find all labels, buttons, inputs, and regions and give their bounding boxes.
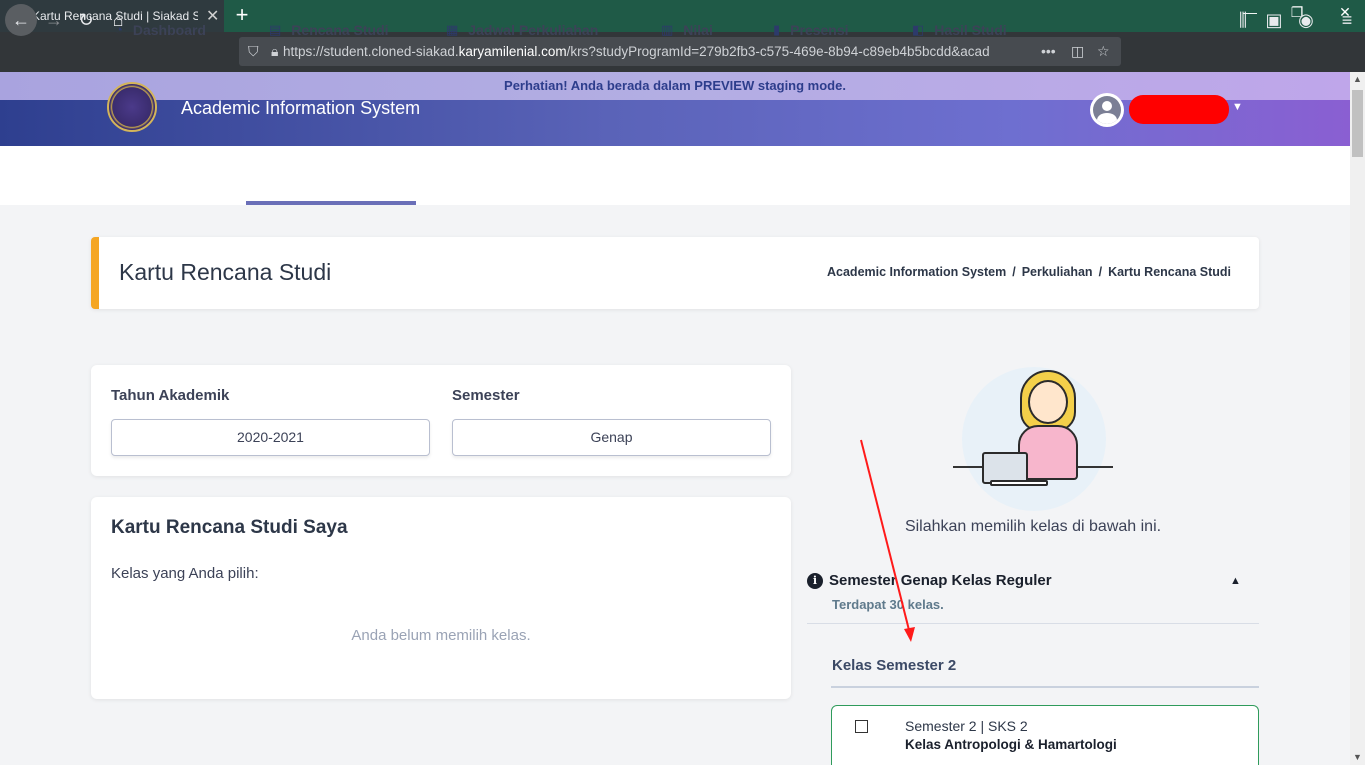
scrollbar-thumb[interactable] [1352,90,1363,157]
nav-hasil-studi[interactable]: ◧ Hasil Studi [912,0,1007,59]
app-title: Academic Information System [181,98,421,118]
breadcrumb-item[interactable]: Academic Information System [827,265,1006,279]
nav-label: Dashboard [132,21,206,38]
annotation-arrow-line [860,439,911,635]
tahun-akademik-select[interactable]: 2020-2021 [111,419,430,456]
krs-empty-message: Anda belum memilih kelas. [351,627,531,644]
course-meta: Semester 2 | SKS 2 [905,718,1028,734]
divider [831,686,1259,688]
page-title: Kartu Rencana Studi [119,259,332,285]
reload-icon[interactable]: ↻ [72,6,100,34]
breadcrumb-item[interactable]: Perkuliahan [1022,265,1093,279]
back-arrow-icon[interactable]: ← [5,4,37,36]
nav-nilai[interactable]: ▥ Nilai [661,0,713,59]
breadcrumb: Academic Information System / Perkuliahan /… [827,265,1231,279]
annotation-arrow [860,439,915,642]
laptop-base [990,480,1048,486]
krs-title: Kartu Rencana Studi Saya [111,517,348,538]
scroll-up-icon[interactable]: ▲ [1350,72,1365,87]
nav-label: Jadwal Perkuliahan [468,21,599,38]
more-actions-icon[interactable]: ••• [1041,43,1056,59]
breadcrumb-item: Kartu Rencana Studi [1108,265,1231,279]
group-title: Kelas Semester 2 [832,657,957,674]
nav-presensi[interactable]: ▮ Presensi [773,0,849,59]
semester-select[interactable]: Genap [452,419,771,456]
new-tab-icon[interactable]: + [230,2,254,28]
page-scrollbar[interactable] [1350,72,1365,765]
breadcrumb-separator: / [1012,265,1016,279]
close-tab-icon[interactable]: ✕ [206,6,219,26]
semester-label: Semester [452,387,520,404]
calendar-icon: ▦ [446,21,459,37]
course-checkbox[interactable] [855,720,868,733]
nav-dashboard[interactable]: ◔ Dashboard [115,0,206,59]
book-icon: ▥ [661,21,674,37]
course-card[interactable] [831,705,1259,765]
nav-label: Presensi [790,21,849,38]
info-icon: i [807,572,823,589]
shield-icon: ⛉ [248,43,259,59]
caret-down-icon[interactable]: ▼ [1232,101,1243,113]
nav-label: Rencana Studi [291,21,389,38]
account-icon[interactable]: ◉ [1292,6,1320,34]
avatar[interactable] [1090,93,1124,127]
scroll-down-icon[interactable]: ▼ [1350,750,1365,765]
forward-arrow-icon[interactable]: → [40,6,68,34]
note-icon: ◧ [912,21,925,37]
breadcrumb-separator: / [1098,265,1103,279]
pocket-icon[interactable]: ◫ [1071,43,1084,60]
sidebar-toggle-icon[interactable]: ▣ [1260,6,1288,34]
krs-subtitle: Kelas yang Anda pilih: [111,565,259,582]
library-icon[interactable]: ⫼ [1229,6,1257,34]
user-icon [1093,96,1121,124]
tahun-akademik-label: Tahun Akademik [111,387,230,404]
university-logo[interactable] [107,82,157,132]
main-nav [0,146,1350,205]
nav-jadwal-perkuliahan[interactable]: ▦ Jadwal Perkuliahan [446,0,598,59]
gauge-icon: ◔ [115,22,123,37]
nav-label: Nilai [683,21,713,38]
nav-active-indicator [246,201,416,205]
nav-label: Hasil Studi [934,21,1007,38]
annotation-arrow-head [904,627,915,642]
bookmark-star-icon[interactable]: ☆ [1097,43,1110,60]
course-name: Kelas Antropologi & Hamartologi [905,737,1117,752]
document-icon: ▤ [269,21,282,37]
nav-rencana-studi[interactable]: ▤ Rencana Studi [269,0,389,59]
menu-hamburger-icon[interactable]: ≡ [1333,6,1361,34]
illustration-face [1028,380,1068,424]
caret-up-icon[interactable]: ▲ [1230,575,1241,587]
semester-section-header[interactable]: i Semester Genap Kelas Reguler [807,572,1052,589]
clipboard-icon: ▮ [773,21,781,37]
username-redacted[interactable] [1129,95,1229,124]
